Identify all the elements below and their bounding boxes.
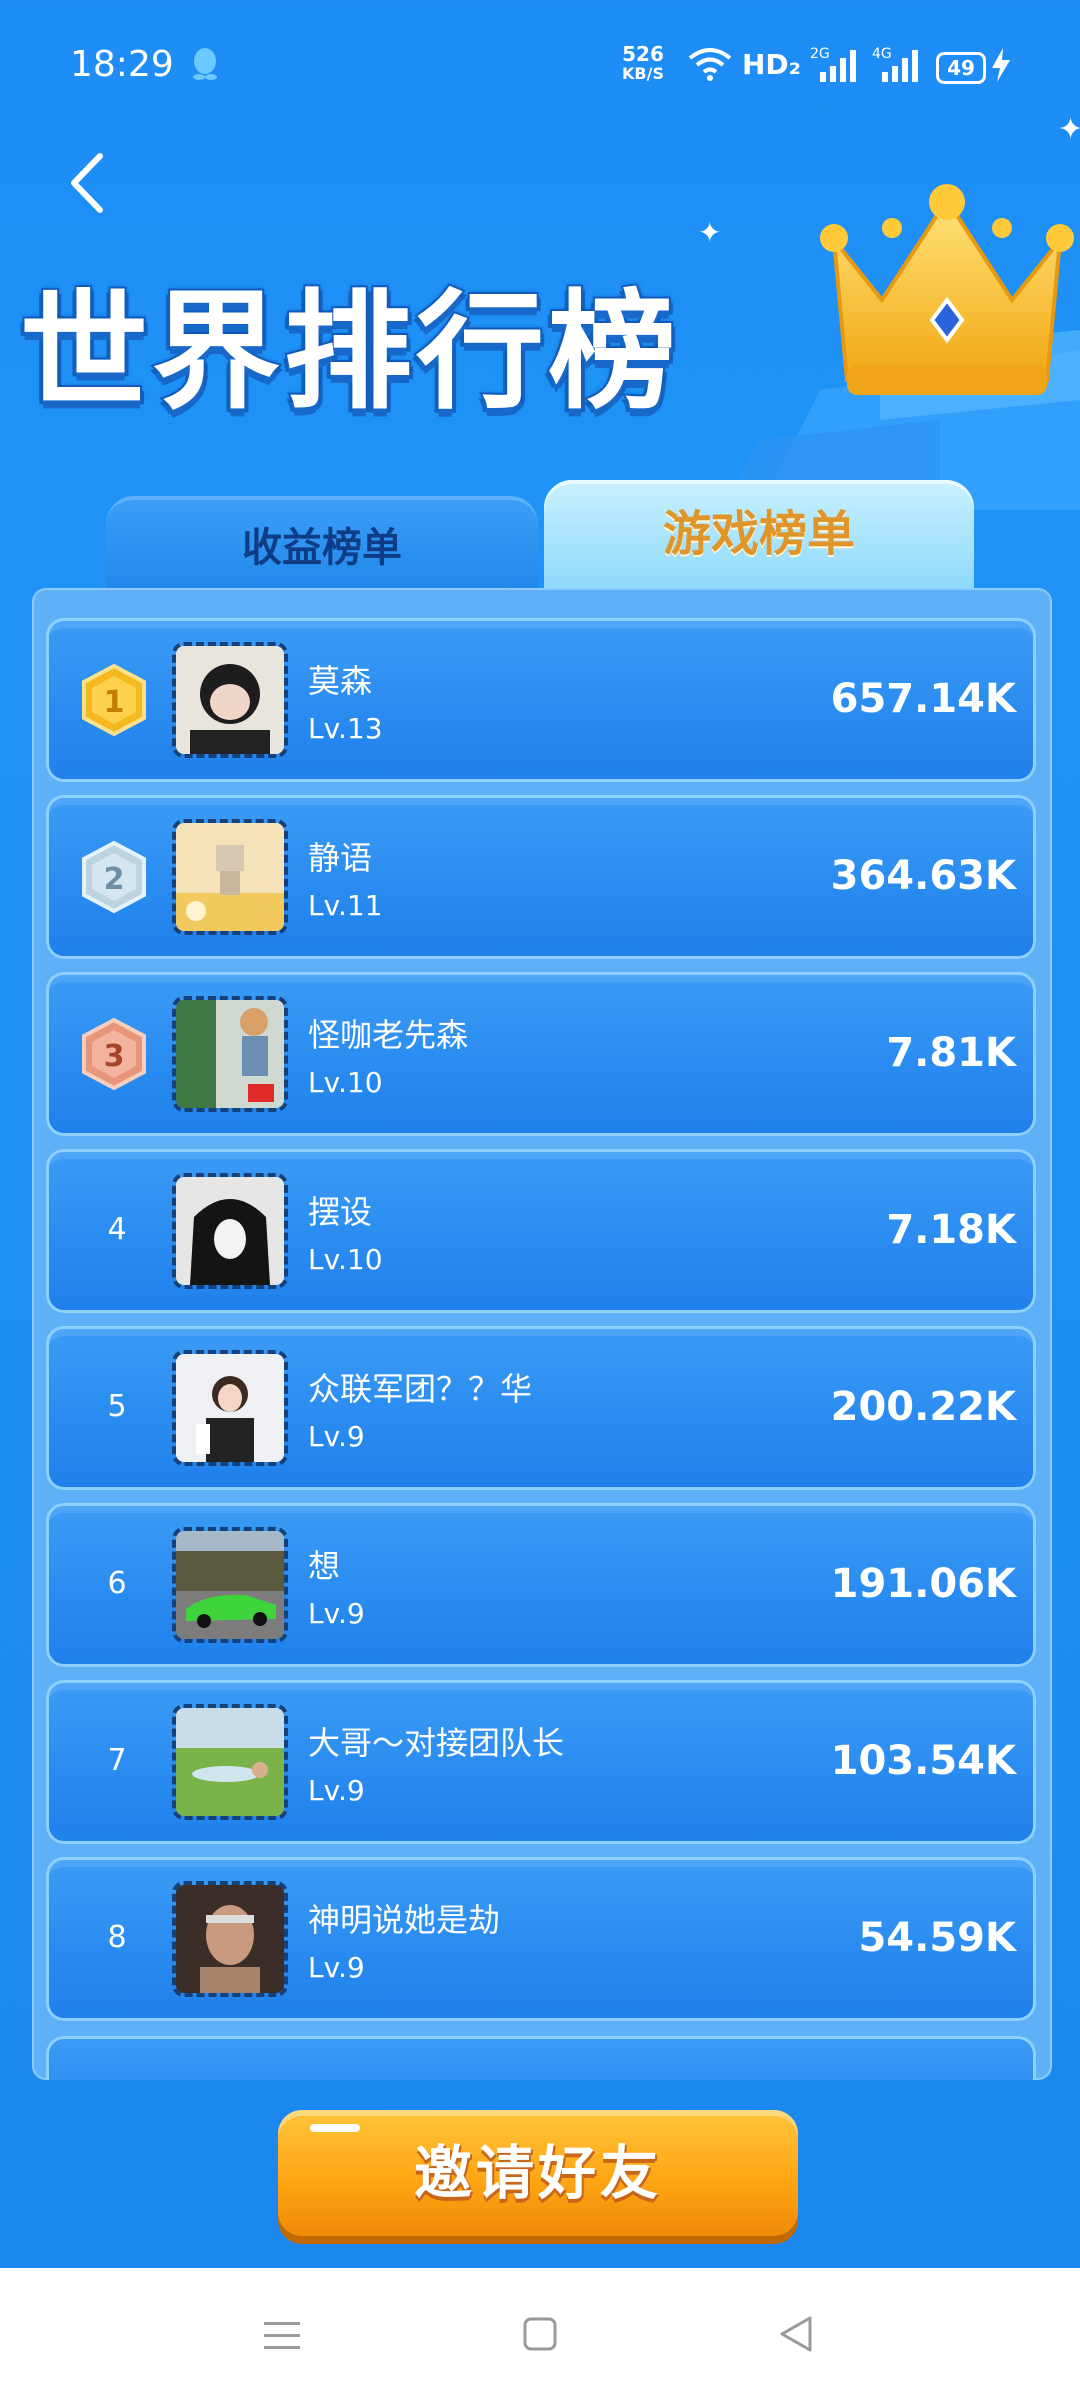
leaderboard-list[interactable]: 1 莫森 Lv.13 657.14K 2 静语 Lv.11 364.63K 3 bbox=[32, 588, 1052, 2080]
player-level: Lv.9 bbox=[308, 1951, 365, 1984]
qq-notification-icon bbox=[193, 48, 217, 80]
player-score: 7.81K bbox=[886, 1030, 1016, 1076]
player-score: 7.18K bbox=[886, 1207, 1016, 1253]
crown-icon bbox=[820, 184, 1074, 395]
sparkle-icon: ✦ bbox=[698, 216, 722, 249]
avatar[interactable] bbox=[172, 1527, 288, 1643]
player-name: 大哥～对接团队长 bbox=[308, 1724, 565, 1762]
sparkle-icon: ✦ bbox=[1058, 112, 1080, 147]
tab-game-ranking[interactable]: 游戏榜单 bbox=[544, 480, 974, 588]
leaderboard-row[interactable]: 2 静语 Lv.11 364.63K bbox=[46, 795, 1036, 959]
player-score: 200.22K bbox=[830, 1384, 1016, 1430]
player-score: 54.59K bbox=[858, 1915, 1016, 1961]
player-name: 怪咖老先森 bbox=[308, 1016, 469, 1054]
avatar[interactable] bbox=[172, 996, 288, 1112]
player-level: Lv.10 bbox=[308, 1066, 383, 1099]
leaderboard-row[interactable]: 5 众联军团？？华 Lv.9 200.22K bbox=[46, 1326, 1036, 1490]
sim2-network-label: 4G bbox=[872, 46, 892, 62]
silver-medal-icon: 2 bbox=[82, 840, 146, 914]
invite-friends-button[interactable]: 邀请好友 bbox=[278, 2110, 798, 2236]
avatar[interactable] bbox=[172, 1881, 288, 1997]
network-speed-unit: KB/S bbox=[622, 64, 664, 83]
status-bar: 18:29 526 KB/S HD₂ 2G 4G 49 bbox=[0, 0, 1080, 130]
player-level: Lv.11 bbox=[308, 889, 383, 922]
leaderboard-row[interactable]: 7 大哥～对接团队长 Lv.9 103.54K bbox=[46, 1680, 1036, 1844]
leaderboard-row[interactable]: 4 摆设 Lv.10 7.18K bbox=[46, 1149, 1036, 1313]
rank-number: 2 bbox=[104, 862, 125, 897]
rank-number: 1 bbox=[104, 685, 125, 720]
back-chevron-icon[interactable] bbox=[60, 148, 120, 218]
avatar[interactable] bbox=[172, 819, 288, 935]
rank-number: 5 bbox=[107, 1389, 127, 1424]
menu-icon[interactable] bbox=[262, 2318, 302, 2354]
rank-number: 8 bbox=[107, 1920, 127, 1955]
leaderboard-row[interactable]: 3 怪咖老先森 Lv.10 7.81K bbox=[46, 972, 1036, 1136]
rank-number: 6 bbox=[107, 1566, 127, 1601]
player-level: Lv.9 bbox=[308, 1597, 365, 1630]
back-triangle-icon[interactable] bbox=[776, 2314, 816, 2354]
signal-sim2-icon: 4G bbox=[872, 46, 918, 82]
battery-indicator: 49 bbox=[936, 52, 986, 84]
player-name: 静语 bbox=[308, 839, 373, 877]
player-score: 191.06K bbox=[830, 1561, 1016, 1607]
leaderboard-row-partial[interactable] bbox=[46, 2036, 1036, 2080]
player-name: 想 bbox=[308, 1547, 341, 1585]
avatar[interactable] bbox=[172, 1704, 288, 1820]
player-level: Lv.10 bbox=[308, 1243, 383, 1276]
player-level: Lv.13 bbox=[308, 712, 383, 745]
invite-friends-label: 邀请好友 bbox=[413, 2139, 662, 2207]
rank-number: 4 bbox=[107, 1212, 127, 1247]
network-speed: 526 KB/S bbox=[622, 44, 664, 84]
player-score: 364.63K bbox=[830, 853, 1016, 899]
player-score: 103.54K bbox=[830, 1738, 1016, 1784]
player-name: 神明说她是劫 bbox=[308, 1901, 501, 1939]
signal-sim1-icon: 2G bbox=[810, 46, 856, 82]
bronze-medal-icon: 3 bbox=[82, 1017, 146, 1091]
avatar[interactable] bbox=[172, 1350, 288, 1466]
player-name: 众联军团？？华 bbox=[308, 1370, 533, 1408]
sim1-network-label: 2G bbox=[810, 46, 830, 62]
rank-number: 7 bbox=[107, 1743, 127, 1778]
charging-icon bbox=[992, 48, 1010, 82]
home-icon[interactable] bbox=[522, 2316, 558, 2352]
clock: 18:29 bbox=[70, 44, 174, 85]
system-navigation-bar bbox=[0, 2268, 1080, 2400]
tab-earnings-ranking[interactable]: 收益榜单 bbox=[106, 496, 538, 596]
button-gloss bbox=[310, 2124, 360, 2132]
player-name: 莫森 bbox=[308, 662, 373, 700]
hd-voice-indicator: HD₂ bbox=[742, 48, 801, 81]
player-level: Lv.9 bbox=[308, 1774, 365, 1807]
leaderboard-row[interactable]: 1 莫森 Lv.13 657.14K bbox=[46, 618, 1036, 782]
leaderboard-row[interactable]: 8 神明说她是劫 Lv.9 54.59K bbox=[46, 1857, 1036, 2021]
player-score: 657.14K bbox=[830, 676, 1016, 722]
leaderboard-row[interactable]: 6 想 Lv.9 191.06K bbox=[46, 1503, 1036, 1667]
page-title: 世界排行榜 bbox=[18, 276, 681, 429]
network-speed-value: 526 bbox=[622, 42, 664, 66]
wifi-icon bbox=[688, 48, 732, 81]
gold-medal-icon: 1 bbox=[82, 663, 146, 737]
avatar[interactable] bbox=[172, 1173, 288, 1289]
player-name: 摆设 bbox=[308, 1193, 373, 1231]
title-container: 世界排行榜 bbox=[18, 268, 820, 438]
player-level: Lv.9 bbox=[308, 1420, 365, 1453]
avatar[interactable] bbox=[172, 642, 288, 758]
rank-number: 3 bbox=[104, 1039, 125, 1074]
